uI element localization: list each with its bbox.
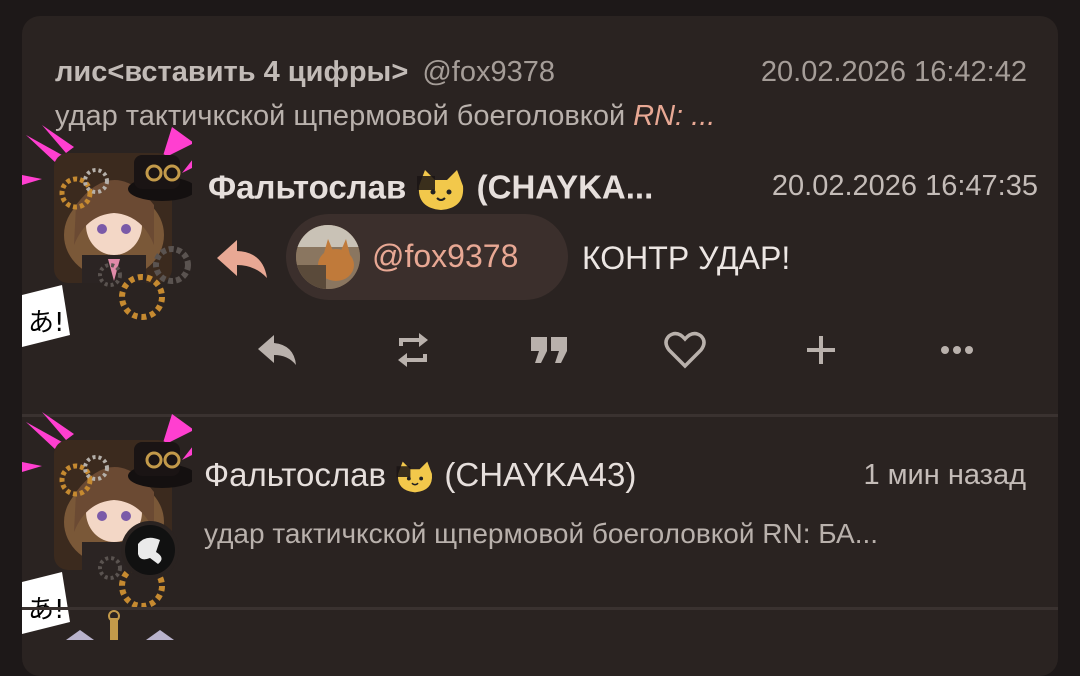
like-button[interactable] <box>660 325 710 375</box>
svg-text:あ!: あ! <box>28 308 64 338</box>
quoted-preview-tag: RN: ... <box>633 100 716 132</box>
mention-chip[interactable]: @fox9378 <box>286 214 568 300</box>
reply-display-name[interactable]: Фальтослав <box>208 169 406 206</box>
notification-time: 1 мин назад <box>863 459 1026 491</box>
reply-note-header: Фальтослав (CHAYKA... 20.02.2026 16:47:3… <box>208 168 1038 210</box>
mention-handle[interactable]: @fox9378 <box>372 238 518 275</box>
next-avatar-partial <box>66 610 174 640</box>
renote-button[interactable] <box>388 325 438 375</box>
more-button[interactable] <box>932 325 982 375</box>
reply-handle[interactable]: (CHAYKA... <box>477 169 654 206</box>
reply-icon <box>258 335 296 365</box>
renote-icon <box>398 333 428 367</box>
cat-emoji-icon <box>417 170 464 210</box>
reply-indicator-icon <box>217 240 267 278</box>
notification-avatar[interactable]: あ! <box>22 412 192 634</box>
quoted-note-header[interactable]: лис<вставить 4 цифры> @fox9378 20.02.202… <box>55 56 1027 90</box>
quoted-display-name[interactable]: лис<вставить 4 цифры> <box>55 56 408 88</box>
cat-emoji-icon <box>396 461 433 493</box>
note-body-text: КОНТР УДАР! <box>582 240 791 276</box>
notification-display-name[interactable]: Фальтослав <box>204 456 386 493</box>
plus-icon <box>807 336 835 364</box>
notification-handle[interactable]: (CHAYKA43) <box>444 456 636 493</box>
avatar-decoration-icon: あ! <box>22 125 192 347</box>
react-button[interactable] <box>796 325 846 375</box>
quoted-timestamp[interactable]: 20.02.2026 16:42:42 <box>761 56 1027 89</box>
fox-avatar-icon <box>296 225 360 289</box>
notification-preview[interactable]: удар тактичкской щпермовой боеголовкой R… <box>204 518 878 550</box>
mention-avatar <box>296 225 360 289</box>
more-icon <box>941 346 973 354</box>
note-actions <box>250 325 990 375</box>
quote-icon <box>531 337 567 363</box>
avatar-decoration-icon: あ! <box>22 412 192 634</box>
heart-icon <box>664 331 706 369</box>
svg-text:あ!: あ! <box>28 595 64 625</box>
avatar[interactable]: あ! <box>22 125 192 347</box>
quote-button[interactable] <box>524 325 574 375</box>
quoted-handle[interactable]: @fox9378 <box>422 56 555 88</box>
notification-header[interactable]: Фальтослав (CHAYKA43) 1 мин назад <box>204 456 1026 498</box>
reply-button[interactable] <box>252 325 302 375</box>
reply-timestamp[interactable]: 20.02.2026 16:47:35 <box>772 170 1038 203</box>
